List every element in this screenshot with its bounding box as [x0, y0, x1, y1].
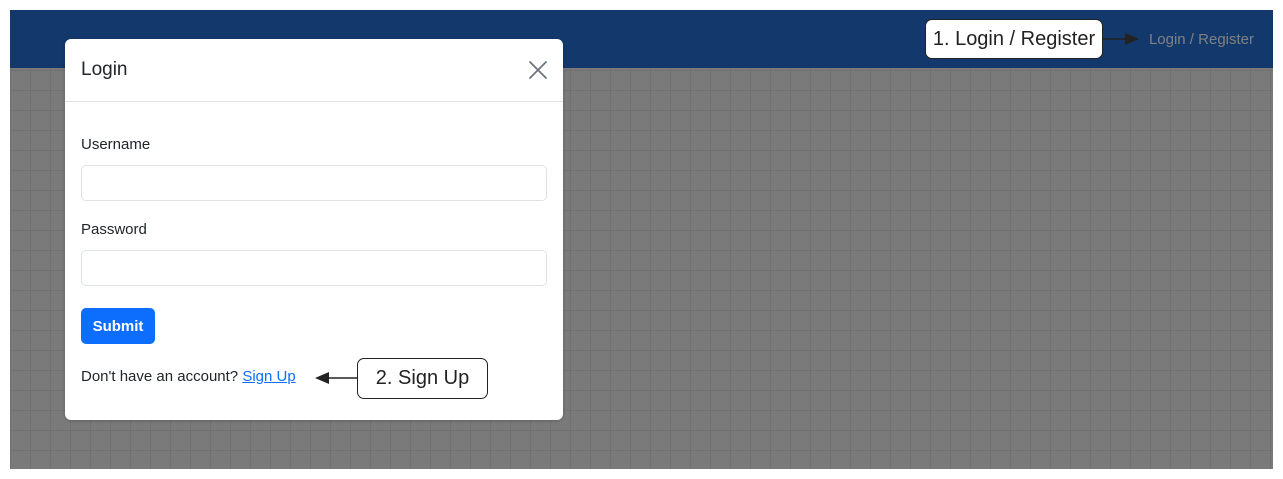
callout-login-register: 1. Login / Register	[925, 19, 1103, 59]
signup-prompt: Don't have an account?	[81, 368, 239, 385]
close-icon	[529, 61, 547, 79]
username-label: Username	[81, 136, 151, 153]
app-frame: Login / Register Login Username Password…	[10, 10, 1273, 469]
username-input[interactable]	[81, 165, 547, 201]
login-modal: Login Username Password Submit Don't hav…	[65, 39, 563, 420]
modal-title: Login	[81, 59, 128, 80]
submit-button[interactable]: Submit	[81, 308, 155, 344]
arrow-left-icon	[315, 372, 357, 384]
password-label: Password	[81, 221, 147, 238]
close-button[interactable]	[527, 59, 549, 81]
password-input[interactable]	[81, 250, 547, 286]
signup-line: Don't have an account? Sign Up	[81, 368, 296, 385]
modal-header: Login	[65, 39, 563, 102]
arrow-right-icon	[1103, 33, 1139, 45]
signup-link[interactable]: Sign Up	[242, 368, 295, 385]
callout-sign-up: 2. Sign Up	[357, 358, 488, 399]
